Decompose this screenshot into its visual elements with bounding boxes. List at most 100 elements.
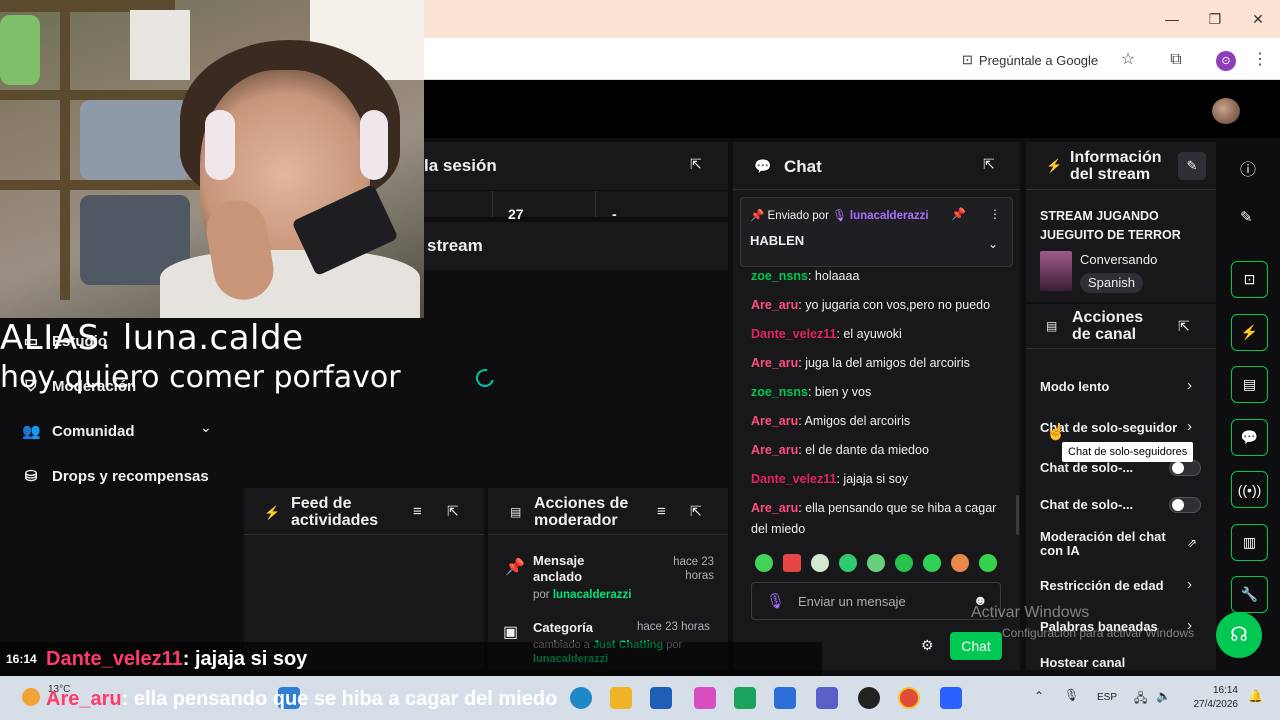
emote-6[interactable] [895, 554, 913, 572]
emote-2[interactable] [783, 554, 801, 572]
emote-3[interactable] [811, 554, 829, 572]
host-channel-label[interactable]: Hostear canal [1040, 655, 1125, 670]
chat-message[interactable]: zoe_nsns: holaaaa [751, 266, 1006, 287]
mic-icon[interactable]: 🎙 [1064, 688, 1079, 702]
chevron-right-icon[interactable]: › [1187, 377, 1192, 394]
chrome-icon[interactable] [898, 687, 920, 709]
nav-item-community[interactable]: 👥 Comunidad [22, 419, 135, 443]
age-restriction-label[interactable]: Restricción de edad [1040, 578, 1164, 593]
extensions-icon[interactable]: ⧉ [1164, 48, 1188, 72]
popout-icon[interactable]: ⇱ [983, 156, 995, 173]
minimize-button[interactable]: — [1160, 8, 1184, 30]
chat-message-text: : holaaaa [807, 269, 860, 283]
rail-button-broadcast[interactable]: ((•)) [1231, 471, 1268, 508]
explorer-icon[interactable] [610, 687, 632, 709]
popout-icon[interactable]: ⇱ [1178, 318, 1190, 335]
chat-username: Dante_velez11 [751, 327, 837, 341]
menu-icon[interactable]: ⋮ [1248, 48, 1272, 72]
chat-send-button[interactable]: Chat [950, 632, 1002, 660]
chat-message[interactable]: Are_aru: ella pensando que se hiba a cag… [751, 498, 1006, 540]
popout-icon[interactable]: ⇱ [690, 503, 702, 520]
close-button[interactable]: ✕ [1246, 8, 1270, 30]
edit-icon[interactable]: ✎ [1240, 208, 1253, 226]
maximize-button[interactable]: ❐ [1203, 8, 1227, 30]
chevron-down-icon[interactable]: ⌄ [200, 419, 212, 436]
ai-moderation-label[interactable]: Moderación del chat con IA [1040, 530, 1166, 558]
chat-message[interactable]: Are_aru: Amigos del arcoiris [751, 411, 1006, 432]
chat-message[interactable]: Are_aru: el de dante da miedoo [751, 440, 1006, 461]
network-icon[interactable]: 🖧 [1134, 689, 1147, 710]
emote-8[interactable] [951, 554, 969, 572]
info-icon[interactable]: ⓘ [1240, 156, 1256, 180]
chat-message[interactable]: Are_aru: yo jugaria con vos,pero no pued… [751, 295, 1006, 316]
weather-icon[interactable] [22, 688, 40, 706]
rail-button-bolt[interactable]: ⚡ [1231, 314, 1268, 351]
chat-username: Dante_velez11 [751, 472, 837, 486]
store-icon[interactable] [650, 687, 672, 709]
language-tag[interactable]: Spanish [1080, 273, 1143, 293]
m365-icon[interactable] [734, 687, 756, 709]
chat-scrollbar[interactable] [1016, 495, 1019, 535]
rail-button-capture[interactable]: ⊡ [1231, 261, 1268, 298]
clock[interactable]: 16:14 27/4/2026 [1190, 684, 1239, 712]
more-options-icon[interactable]: ⋮ [989, 207, 1001, 221]
slow-mode-label[interactable]: Modo lento [1040, 379, 1109, 394]
webcam-feed [0, 0, 424, 318]
chat-message[interactable]: Dante_velez11: el ayuwoki [751, 324, 1006, 345]
emote-7[interactable] [923, 554, 941, 572]
chat-message-text: : bien y vos [807, 385, 872, 399]
chevron-down-icon[interactable]: ⌄ [988, 237, 998, 251]
stream-title: STREAM JUGANDO JUEGUITO DE TERROR [1040, 209, 1181, 242]
emote-9[interactable] [979, 554, 997, 572]
user-avatar[interactable] [1212, 98, 1240, 124]
volume-icon[interactable]: 🔈 [1156, 689, 1171, 703]
divider [244, 534, 484, 535]
rail-button-chat[interactable]: 💬 [1231, 419, 1268, 456]
edit-icon[interactable]: ✎ [1178, 152, 1206, 180]
rail-button-doc[interactable]: ▤ [1231, 366, 1268, 403]
category-name[interactable]: Conversando [1080, 252, 1157, 267]
chat-message[interactable]: Dante_velez11: jajaja si soy [751, 469, 1006, 490]
teams-icon[interactable] [816, 687, 838, 709]
filter-icon[interactable]: ≡ [413, 503, 422, 520]
profile-icon[interactable]: ⊙ [1214, 48, 1238, 72]
popout-icon[interactable]: ⇱ [690, 156, 702, 173]
obs-icon[interactable] [858, 687, 880, 709]
outlook-icon[interactable] [774, 687, 796, 709]
toggle-switch[interactable] [1169, 497, 1201, 513]
chevron-right-icon[interactable]: › [1187, 418, 1192, 435]
emote-1[interactable] [755, 554, 773, 572]
pin-icon: 📌 [505, 559, 525, 576]
divider [1026, 348, 1216, 349]
notifications-icon[interactable]: 🔔 [1248, 689, 1263, 703]
chat-message[interactable]: Are_aru: juga la del amigos del arcoiris [751, 353, 1006, 374]
toggle-switch[interactable] [1169, 460, 1201, 476]
category-icon: ▣ [503, 624, 519, 641]
category-thumbnail[interactable] [1040, 251, 1072, 291]
edge-icon[interactable] [570, 687, 592, 709]
external-link-icon[interactable]: ⇗ [1187, 536, 1197, 550]
popout-icon[interactable]: ⇱ [447, 503, 459, 520]
chevron-up-icon[interactable]: ⌃ [1034, 689, 1044, 703]
rail-button-tools[interactable]: 🔧 [1231, 576, 1268, 613]
app-icon[interactable] [940, 687, 962, 709]
chat-message[interactable]: zoe_nsns: bien y vos [751, 382, 1006, 403]
ask-google-button[interactable]: ⊡ Pregúntale a Google [962, 49, 1098, 71]
language-indicator[interactable]: ESP [1097, 692, 1117, 703]
nav-item-drops[interactable]: ⛁ Drops y recompensas [22, 464, 209, 488]
pinned-text: HABLEN [750, 233, 805, 248]
community-icon: 👥 [22, 423, 41, 440]
chat-username: zoe_nsns [751, 269, 808, 283]
emote-4[interactable] [839, 554, 857, 572]
filter-icon[interactable]: ≡ [657, 503, 666, 520]
document-icon: ▤ [1242, 376, 1257, 392]
copilot-icon[interactable] [694, 687, 716, 709]
settings-icon[interactable]: ⚙ [921, 637, 934, 654]
rail-button-layout[interactable]: ▥ [1231, 524, 1268, 561]
emote-5[interactable] [867, 554, 885, 572]
star-icon[interactable]: ☆ [1116, 48, 1140, 72]
stream-panel-title: stream [427, 236, 483, 255]
support-chat-button[interactable]: ☊ [1216, 612, 1262, 658]
unpin-icon[interactable]: 📌 [951, 207, 966, 221]
chevron-right-icon[interactable]: › [1187, 576, 1192, 593]
